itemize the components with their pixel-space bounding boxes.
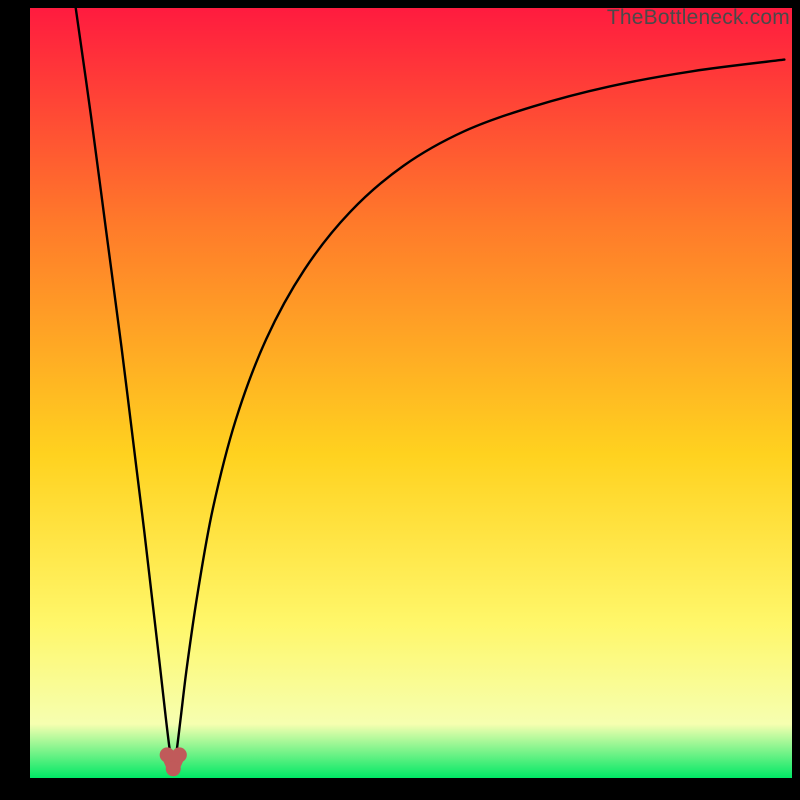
chart-frame: TheBottleneck.com <box>0 0 800 800</box>
marker-opt-right <box>172 747 187 762</box>
marker-opt-min <box>166 761 181 776</box>
plot-area <box>30 8 792 778</box>
gradient-bg <box>30 8 792 778</box>
watermark-text: TheBottleneck.com <box>607 6 790 30</box>
chart-svg <box>30 8 792 778</box>
